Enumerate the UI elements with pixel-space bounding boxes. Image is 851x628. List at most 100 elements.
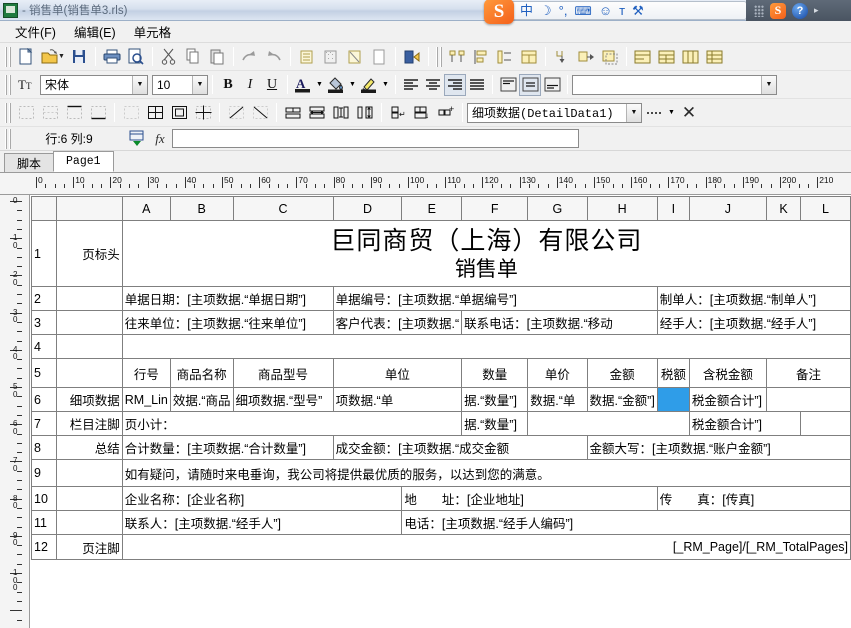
table-head-icon[interactable] [517, 45, 541, 68]
toolbar-grip[interactable] [5, 74, 11, 95]
delete-row-icon[interactable] [343, 45, 367, 68]
split-cells-horizontal-icon[interactable] [305, 101, 329, 124]
cell-detail-quantity[interactable]: 据.“数量”] [461, 387, 529, 412]
highlight-caret-icon[interactable]: ▼ [380, 74, 391, 96]
menu-cell[interactable]: 单元格 [125, 20, 181, 43]
cell-page-subtotal-amount-with-tax[interactable]: 税金额合计”] [688, 411, 802, 436]
cell-contact-phone[interactable]: 联系电话：[主项数据.“移动 [461, 310, 658, 335]
border-clear-icon[interactable] [119, 101, 143, 124]
band-label-row11[interactable] [55, 510, 123, 535]
select-area-icon[interactable] [598, 45, 622, 68]
band-4-icon[interactable] [703, 45, 727, 68]
insert-cell-right-icon[interactable]: ↓ [410, 101, 434, 124]
cell-amount-in-words[interactable]: 金额大写：[主项数据.“账户金额”] [586, 435, 851, 460]
colheader-price[interactable]: 单价 [527, 358, 588, 388]
band-label-page-footer[interactable]: 页注脚 [55, 534, 123, 560]
group-top-icon[interactable] [445, 45, 469, 68]
border-bottom-icon[interactable] [86, 101, 110, 124]
rowhdr-12[interactable]: 12 [31, 534, 57, 560]
tab-script[interactable]: 脚本 [4, 153, 55, 172]
colheader-amount-with-tax[interactable]: 含税金额 [688, 358, 767, 388]
cell-company-address[interactable]: 地 址：[企业地址] [401, 486, 658, 511]
cell-page-subtotal-quantity[interactable]: 据.“数量”] [461, 411, 529, 436]
colheader-product-name[interactable]: 商品名称 [169, 358, 234, 388]
colhdr-I[interactable]: I [656, 196, 690, 221]
cell-handler[interactable]: 经手人：[主项数据.“经手人”] [656, 310, 851, 335]
band-label-summary[interactable]: 总结 [55, 435, 123, 460]
font-name-caret-icon[interactable]: ▼ [132, 75, 147, 94]
diagonal-up-icon[interactable] [224, 101, 248, 124]
cell-page-subtotal-label[interactable]: 页小计： [121, 411, 463, 436]
font-color-icon[interactable]: A [292, 74, 314, 96]
rowhdr-6[interactable]: 6 [31, 387, 57, 412]
cell-detail-tax-selected[interactable] [656, 387, 690, 412]
band-label-row5[interactable] [55, 358, 123, 388]
tray-expand-icon[interactable]: ▸ [814, 5, 819, 16]
formula-input[interactable] [172, 129, 579, 148]
border-grid-icon[interactable] [143, 101, 167, 124]
merge-down-icon[interactable] [550, 45, 574, 68]
cell-spacer-row4[interactable] [121, 334, 851, 359]
cell-detail-lineno[interactable]: RM_Lin [121, 387, 171, 412]
rowhdr-4[interactable]: 4 [31, 334, 57, 359]
undo-icon[interactable] [262, 45, 286, 68]
band-2-icon[interactable] [655, 45, 679, 68]
rowhdr-9[interactable]: 9 [31, 459, 57, 487]
insert-row-icon[interactable] [295, 45, 319, 68]
vertical-ruler[interactable]: 0 10 20 30 40 50 60 70 80 90 100 [0, 195, 30, 628]
colhdr-A[interactable]: A [121, 196, 171, 221]
valign-middle-button[interactable] [519, 73, 541, 96]
cell-customer-rep[interactable]: 客户代表：[主项数据.“ [332, 310, 463, 335]
column-width-icon[interactable] [329, 101, 353, 124]
redo-icon[interactable] [238, 45, 262, 68]
cell-deal-amount[interactable]: 成交金额：[主项数据.“成交金额 [332, 435, 588, 460]
cell-total-quantity[interactable]: 合计数量：[主项数据.“合计数量”] [121, 435, 334, 460]
band-label-detail-data[interactable]: 细项数据 [55, 387, 123, 412]
cell-invoice-no[interactable]: 单据编号：[主项数据.“单据编号”] [332, 286, 658, 311]
cell-maker[interactable]: 制单人：[主项数据.“制单人”] [656, 286, 851, 311]
rowhdr-1[interactable]: 1 [31, 220, 57, 287]
band-label-row4[interactable] [55, 334, 123, 359]
chinese-mode-icon[interactable]: 中 [520, 4, 533, 17]
cell-picker-icon[interactable] [124, 127, 148, 150]
cell-page-subtotal-blank[interactable] [527, 411, 690, 436]
open-file-caret-icon[interactable]: ▼ [58, 53, 65, 60]
colheader-quantity[interactable]: 数量 [461, 358, 529, 388]
font-color-caret-icon[interactable]: ▼ [314, 74, 325, 96]
menu-edit[interactable]: 编辑(E) [65, 20, 125, 43]
border-none-icon[interactable] [14, 101, 38, 124]
colheader-unit[interactable]: 单位 [332, 358, 463, 388]
align-right-button[interactable] [444, 73, 466, 96]
new-cell-icon[interactable]: + [434, 101, 458, 124]
toolbar-grip[interactable] [5, 102, 11, 123]
cell-page-subtotal-remark[interactable] [800, 411, 851, 436]
valign-top-button[interactable] [497, 74, 519, 96]
colhdr-L[interactable]: L [800, 196, 851, 221]
cell-invoice-date[interactable]: 单据日期：[主项数据.“单据日期”] [121, 286, 334, 311]
insert-pattern-icon[interactable] [319, 45, 343, 68]
border-outline-icon[interactable] [167, 101, 191, 124]
diagonal-down-icon[interactable] [248, 101, 272, 124]
rowhdr-5[interactable]: 5 [31, 358, 57, 388]
cell-detail-remark[interactable] [765, 387, 851, 412]
colheader-product-model[interactable]: 商品型号 [232, 358, 334, 388]
cell-detail-unit[interactable]: 项数据.“单 [332, 387, 463, 412]
colhdr-B[interactable]: B [169, 196, 234, 221]
save-file-icon[interactable] [67, 45, 91, 68]
blank-page-icon[interactable] [367, 45, 391, 68]
cut-icon[interactable] [157, 45, 181, 68]
horizontal-ruler[interactable]: 0 10 20 30 40 50 60 70 80 90 100 110 120 130 140 150 160… [0, 173, 851, 195]
colhdr-E[interactable]: E [401, 196, 463, 221]
toolbox-icon[interactable]: ⚒ [632, 4, 644, 17]
font-size-caret-icon[interactable]: ▼ [192, 75, 207, 94]
colhdr-F[interactable]: F [461, 196, 529, 221]
align-center-button[interactable] [422, 74, 444, 96]
align-left-button[interactable] [400, 74, 422, 96]
keyboard-icon[interactable]: ⌨ [574, 5, 591, 17]
band-label-page-header[interactable]: 页标头 [55, 220, 123, 287]
rowhdr-3[interactable]: 3 [31, 310, 57, 335]
tray-sogou-icon[interactable]: S [770, 2, 786, 19]
cell-detail-amount[interactable]: 数据.“金额”] [586, 387, 658, 412]
skin-icon[interactable]: т [619, 4, 625, 17]
underline-button[interactable]: U [261, 74, 283, 96]
